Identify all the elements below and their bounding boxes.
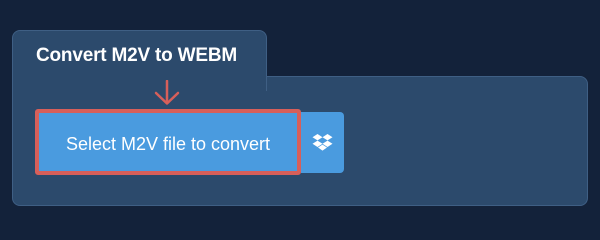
arrow-down-icon — [154, 80, 180, 105]
dropbox-icon — [312, 134, 333, 151]
converter-title: Convert M2V to WEBM — [36, 45, 237, 66]
dropbox-button[interactable] — [301, 112, 344, 173]
select-file-button[interactable]: Select M2V file to convert — [35, 109, 301, 175]
select-file-button-label: Select M2V file to convert — [65, 134, 271, 154]
tab-panel-joint — [13, 70, 264, 84]
